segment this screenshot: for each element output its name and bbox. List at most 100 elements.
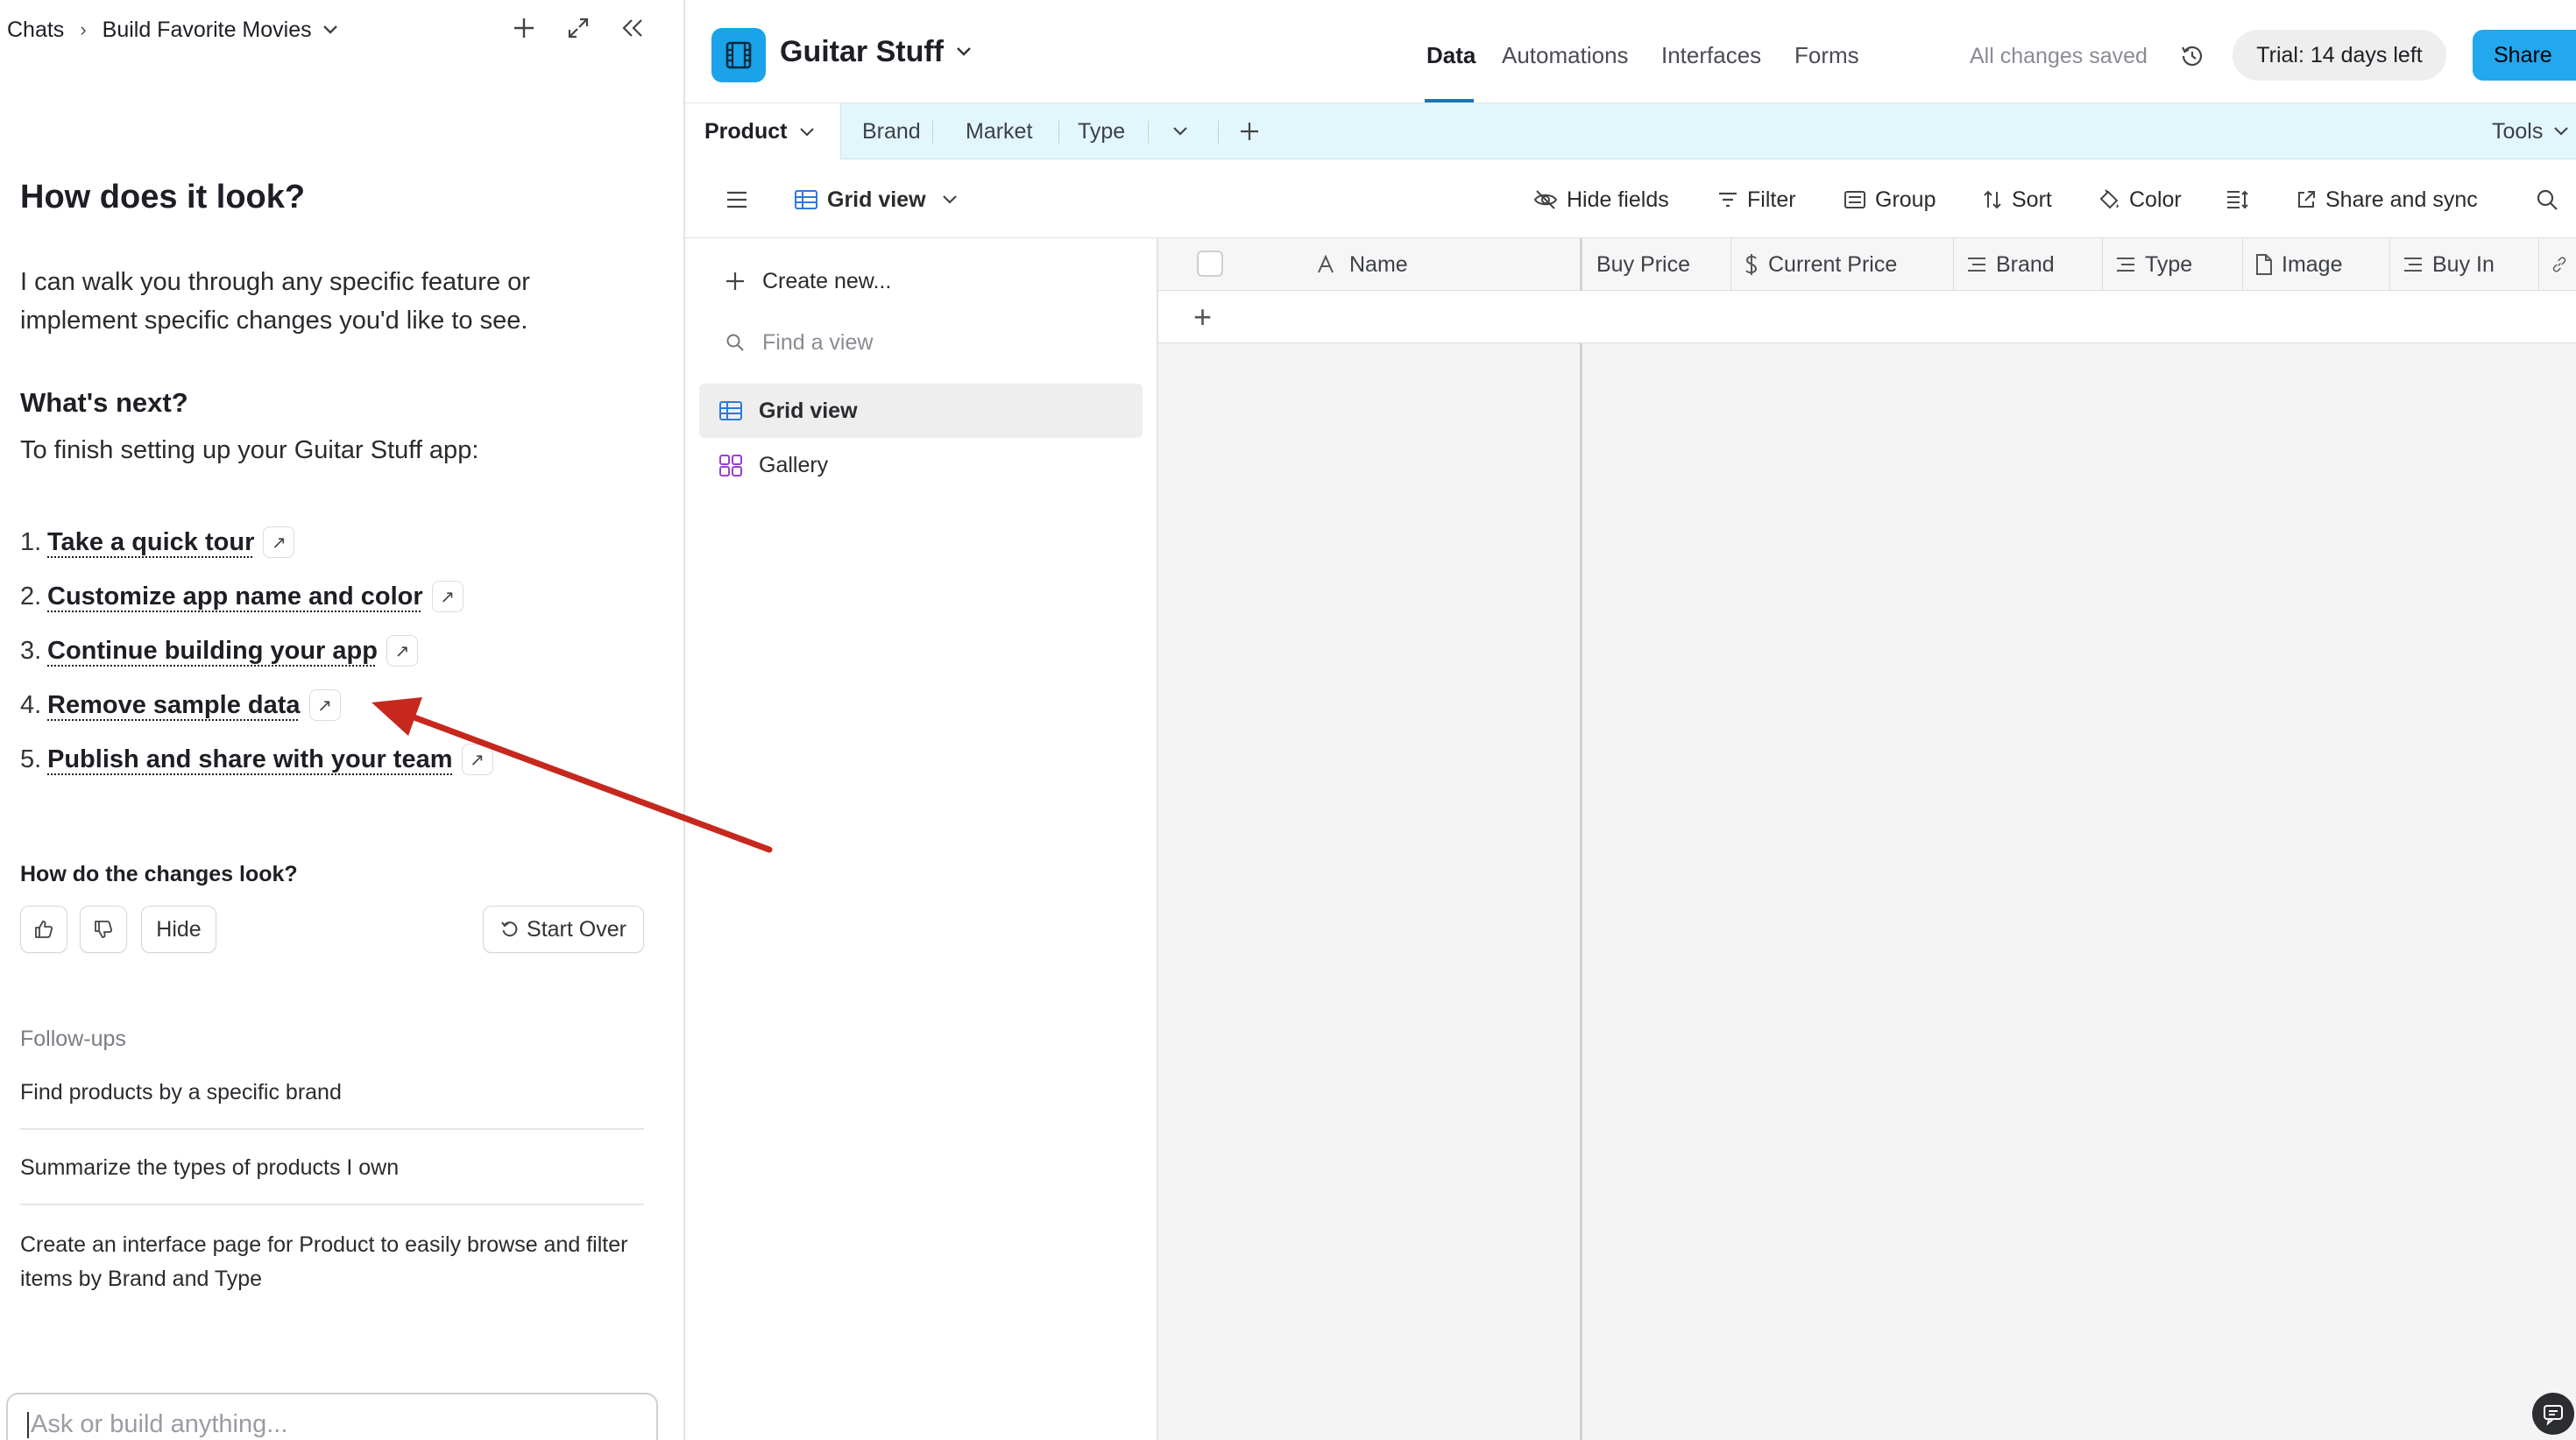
app-name[interactable]: Guitar Stuff bbox=[780, 35, 972, 69]
column-label: Buy Price bbox=[1596, 251, 1690, 277]
data-grid: Name Buy Price Current Price Brand Type … bbox=[1158, 238, 2576, 1440]
more-tables-chevron-icon[interactable] bbox=[1172, 103, 1188, 159]
history-icon[interactable] bbox=[2175, 39, 2210, 74]
step-link-remove-sample-data[interactable]: Remove sample data bbox=[47, 691, 301, 720]
find-view-input[interactable]: Find a view bbox=[699, 315, 1143, 370]
row-height-icon[interactable] bbox=[2226, 182, 2259, 217]
view-switcher[interactable]: Grid view bbox=[794, 182, 966, 217]
color-button[interactable]: Color bbox=[2098, 182, 2182, 217]
external-link-icon[interactable]: ↗ bbox=[308, 689, 341, 721]
external-link-icon[interactable]: ↗ bbox=[386, 635, 418, 667]
external-link-icon[interactable]: ↗ bbox=[461, 744, 493, 775]
column-label: Image bbox=[2282, 251, 2343, 277]
hide-fields-button[interactable]: Hide fields bbox=[1533, 182, 1669, 217]
group-label: Group bbox=[1875, 187, 1936, 212]
chevron-down-icon[interactable] bbox=[322, 21, 338, 39]
followup-item[interactable]: Create an interface page for Product to … bbox=[20, 1228, 644, 1296]
app-name-label: Guitar Stuff bbox=[780, 35, 944, 68]
tab-separator bbox=[1148, 121, 1149, 144]
next-steps-list: 1. Take a quick tour ↗ 2. Customize app … bbox=[20, 515, 493, 787]
external-link-icon[interactable]: ↗ bbox=[431, 581, 464, 612]
nav-tab-data[interactable]: Data bbox=[1426, 42, 1476, 69]
step-link-customize[interactable]: Customize app name and color bbox=[47, 582, 423, 611]
thumbs-down-button[interactable] bbox=[80, 906, 127, 953]
view-item-gallery[interactable]: Gallery bbox=[699, 438, 1143, 492]
sort-button[interactable]: Sort bbox=[1982, 182, 2052, 217]
nav-tab-automations[interactable]: Automations bbox=[1502, 42, 1629, 69]
collapse-panel-icon[interactable] bbox=[615, 11, 650, 46]
table-tab-product[interactable]: Product bbox=[685, 103, 841, 160]
table-tab-market[interactable]: Market bbox=[966, 103, 1032, 159]
followup-item[interactable]: Find products by a specific brand bbox=[20, 1076, 644, 1110]
add-table-icon[interactable] bbox=[1239, 103, 1260, 159]
expand-icon[interactable] bbox=[561, 11, 596, 46]
sort-icon bbox=[1984, 190, 2001, 209]
tab-separator bbox=[932, 121, 933, 144]
column-header-buy-price[interactable]: Buy Price bbox=[1584, 238, 1731, 291]
plus-icon bbox=[726, 272, 744, 290]
new-chat-icon[interactable] bbox=[506, 11, 541, 46]
followup-item[interactable]: Summarize the types of products I own bbox=[20, 1151, 644, 1185]
nav-tab-forms[interactable]: Forms bbox=[1794, 42, 1859, 69]
view-item-grid[interactable]: Grid view bbox=[699, 384, 1143, 438]
text-caret bbox=[27, 1412, 29, 1439]
column-header-current-price[interactable]: Current Price bbox=[1731, 238, 1954, 291]
link-field-icon bbox=[2117, 258, 2134, 272]
frozen-column-area bbox=[1158, 291, 1582, 1440]
link-field-icon bbox=[1968, 258, 1985, 272]
nav-tab-interfaces[interactable]: Interfaces bbox=[1661, 42, 1761, 69]
select-all-checkbox[interactable] bbox=[1197, 251, 1223, 277]
feedback-question: How do the changes look? bbox=[20, 862, 298, 886]
column-header-link-partial[interactable] bbox=[2539, 238, 2576, 291]
step-number: 2. bbox=[20, 582, 42, 611]
start-over-button[interactable]: Start Over bbox=[483, 906, 644, 953]
column-header-type[interactable]: Type bbox=[2103, 238, 2243, 291]
link-field-icon bbox=[2404, 258, 2422, 272]
views-sidebar: Create new... Find a view Grid view Gall… bbox=[685, 238, 1158, 1440]
column-header-brand[interactable]: Brand bbox=[1954, 238, 2103, 291]
breadcrumb-chats[interactable]: Chats bbox=[7, 18, 64, 43]
divider bbox=[20, 1204, 644, 1205]
chevron-right-icon: › bbox=[80, 18, 87, 40]
table-tab-brand[interactable]: Brand bbox=[862, 103, 921, 159]
column-label: Type bbox=[2145, 251, 2193, 277]
hide-button[interactable]: Hide bbox=[141, 906, 216, 953]
share-button[interactable]: Share bbox=[2473, 30, 2576, 81]
help-chat-icon[interactable] bbox=[2532, 1393, 2574, 1435]
sort-label: Sort bbox=[2012, 187, 2052, 212]
step-link-quick-tour[interactable]: Take a quick tour bbox=[47, 528, 254, 557]
add-record-icon[interactable]: + bbox=[1193, 301, 1212, 333]
chat-intro: I can walk you through any specific feat… bbox=[20, 268, 530, 335]
step-link-continue-building[interactable]: Continue building your app bbox=[47, 637, 378, 666]
views-menu-icon[interactable] bbox=[725, 182, 757, 217]
step-number: 5. bbox=[20, 745, 42, 773]
create-new-label: Create new... bbox=[762, 268, 892, 293]
divider bbox=[20, 1128, 644, 1130]
paint-bucket-icon bbox=[2099, 189, 2119, 209]
column-header-image[interactable]: Image bbox=[2243, 238, 2390, 291]
table-tab-type[interactable]: Type bbox=[1078, 103, 1125, 159]
search-icon[interactable] bbox=[2536, 182, 2567, 217]
chat-input[interactable]: Ask or build anything... bbox=[6, 1393, 658, 1440]
create-new-view[interactable]: Create new... bbox=[699, 254, 1143, 308]
trial-badge[interactable]: Trial: 14 days left bbox=[2233, 30, 2446, 81]
add-record-row[interactable]: + bbox=[1158, 291, 2576, 343]
column-label: Current Price bbox=[1768, 251, 1898, 277]
step-link-publish[interactable]: Publish and share with your team bbox=[47, 745, 453, 774]
group-button[interactable]: Group bbox=[1844, 182, 1936, 217]
primary-column-header[interactable]: Name bbox=[1158, 238, 1582, 291]
breadcrumb-current-chat[interactable]: Build Favorite Movies bbox=[103, 18, 312, 43]
tools-menu[interactable]: Tools bbox=[2492, 103, 2569, 159]
external-link-icon[interactable]: ↗ bbox=[263, 526, 295, 558]
column-header-buy-in[interactable]: Buy In bbox=[2390, 238, 2539, 291]
app-logo-icon[interactable] bbox=[711, 28, 766, 82]
chevron-down-icon bbox=[956, 42, 972, 62]
step-item: 3. Continue building your app ↗ bbox=[20, 624, 493, 678]
thumbs-up-button[interactable] bbox=[20, 906, 67, 953]
filter-button[interactable]: Filter bbox=[1717, 182, 1796, 217]
share-and-sync-button[interactable]: Share and sync bbox=[2296, 182, 2478, 217]
grid-view-icon bbox=[719, 401, 742, 420]
tab-separator bbox=[1058, 121, 1059, 144]
chevron-down-icon bbox=[800, 127, 815, 137]
link-icon bbox=[2552, 257, 2566, 272]
